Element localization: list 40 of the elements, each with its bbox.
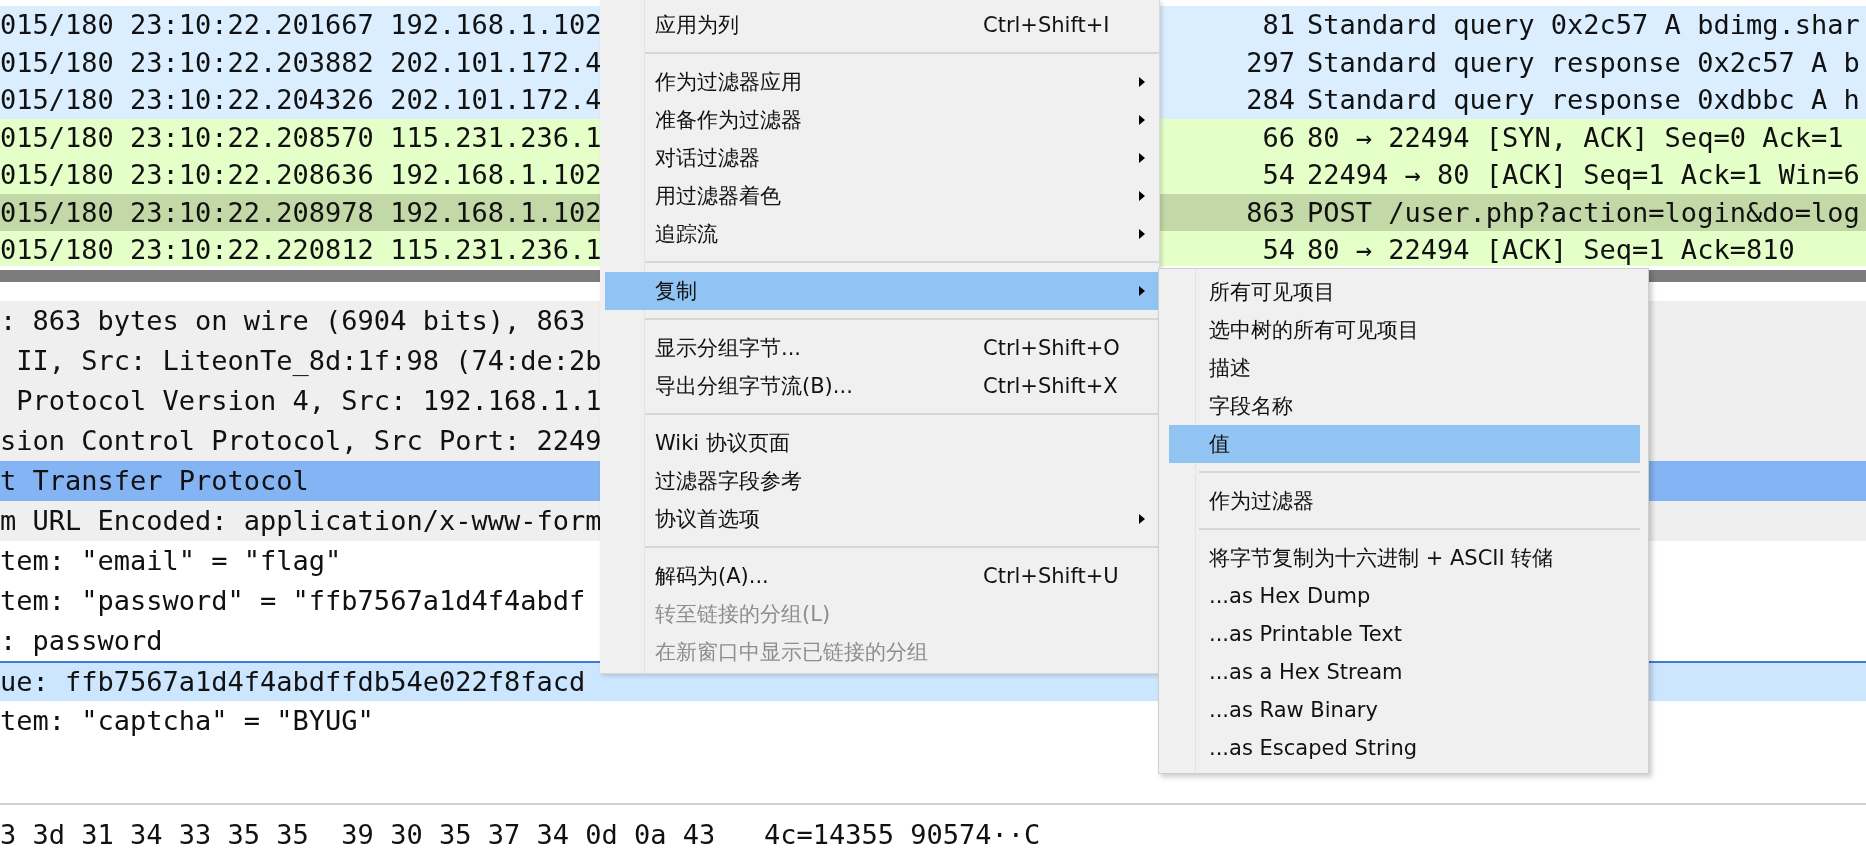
menu-item-label: 导出分组字节流(B)...	[655, 373, 854, 400]
shortcut-label: Ctrl+Shift+X	[983, 374, 1118, 398]
packet-cell: 015/180 23:10:22.201667 192.168.1.102	[0, 9, 602, 41]
menu-item-label: 解码为(A)...	[655, 563, 770, 590]
shortcut-label: Ctrl+Shift+I	[983, 13, 1110, 37]
packet-cell: 80 → 22494 [ACK] Seq=1 Ack=810	[1307, 234, 1795, 266]
menu-item-label: 应用为列	[655, 12, 740, 39]
packet-cell: 015/180 23:10:22.208570 115.231.236.1	[0, 121, 602, 153]
packet-cell-text: 54	[1261, 159, 1295, 191]
menu-item-label: 对话过滤器	[655, 145, 761, 172]
menu-item-label: 用过滤器着色	[655, 183, 782, 210]
packet-cell: 015/180 23:10:22.208978 192.168.1.102	[0, 196, 602, 228]
menu-item-label: 复制	[655, 278, 698, 305]
menu-item-label: Wiki 协议页面	[655, 430, 791, 457]
packet-cell: Standard query response 0xdbbc A h	[1307, 84, 1860, 116]
packet-cell-text: 297	[1245, 46, 1295, 78]
packet-cell: 015/180 23:10:22.204326 202.101.172.4	[0, 84, 602, 116]
packet-cell: POST /user.php?action=login&do=log	[1307, 196, 1860, 228]
hex-dump-line: 3 3d 31 34 33 35 35 39 30 35 37 34 0d 0a 43 4c=14355 90574··C	[0, 818, 1042, 852]
packet-cell: 015/180 23:10:22.208636 192.168.1.102	[0, 159, 602, 191]
menu-item-label: 作为过滤器应用	[655, 69, 803, 96]
menu-item-label: 显示分组字节...	[655, 335, 803, 362]
menu-item-label: 追踪流	[655, 221, 719, 248]
packet-cell: Standard query 0x2c57 A bdimg.shar	[1307, 9, 1860, 41]
packet-cell: 015/180 23:10:22.220812 115.231.236.1	[0, 234, 602, 266]
menu-item-label: 过滤器字段参考	[655, 468, 803, 495]
menu-item-label: 协议首选项	[655, 506, 761, 533]
shortcut-label: Ctrl+Shift+U	[983, 564, 1119, 588]
packet-cell: 22494 → 80 [ACK] Seq=1 Ack=1 Win=6	[1307, 159, 1860, 191]
packet-cell-text: 863	[1245, 196, 1295, 228]
packet-cell-text: 54	[1261, 234, 1295, 266]
packet-cell-text: 284	[1245, 84, 1295, 116]
packet-cell: 015/180 23:10:22.203882 202.101.172.4	[0, 46, 602, 78]
shortcut-label: Ctrl+Shift+O	[983, 336, 1120, 360]
packet-cell-text: 66	[1261, 121, 1295, 153]
packet-cell-text: 81	[1261, 9, 1295, 41]
packet-cell: 80 → 22494 [SYN, ACK] Seq=0 Ack=1	[1307, 121, 1844, 153]
menu-item-label: 转至链接的分组(L)	[655, 601, 832, 628]
packet-cell: Standard query response 0x2c57 A b	[1307, 46, 1860, 78]
menu-item-label: 准备作为过滤器	[655, 107, 803, 134]
